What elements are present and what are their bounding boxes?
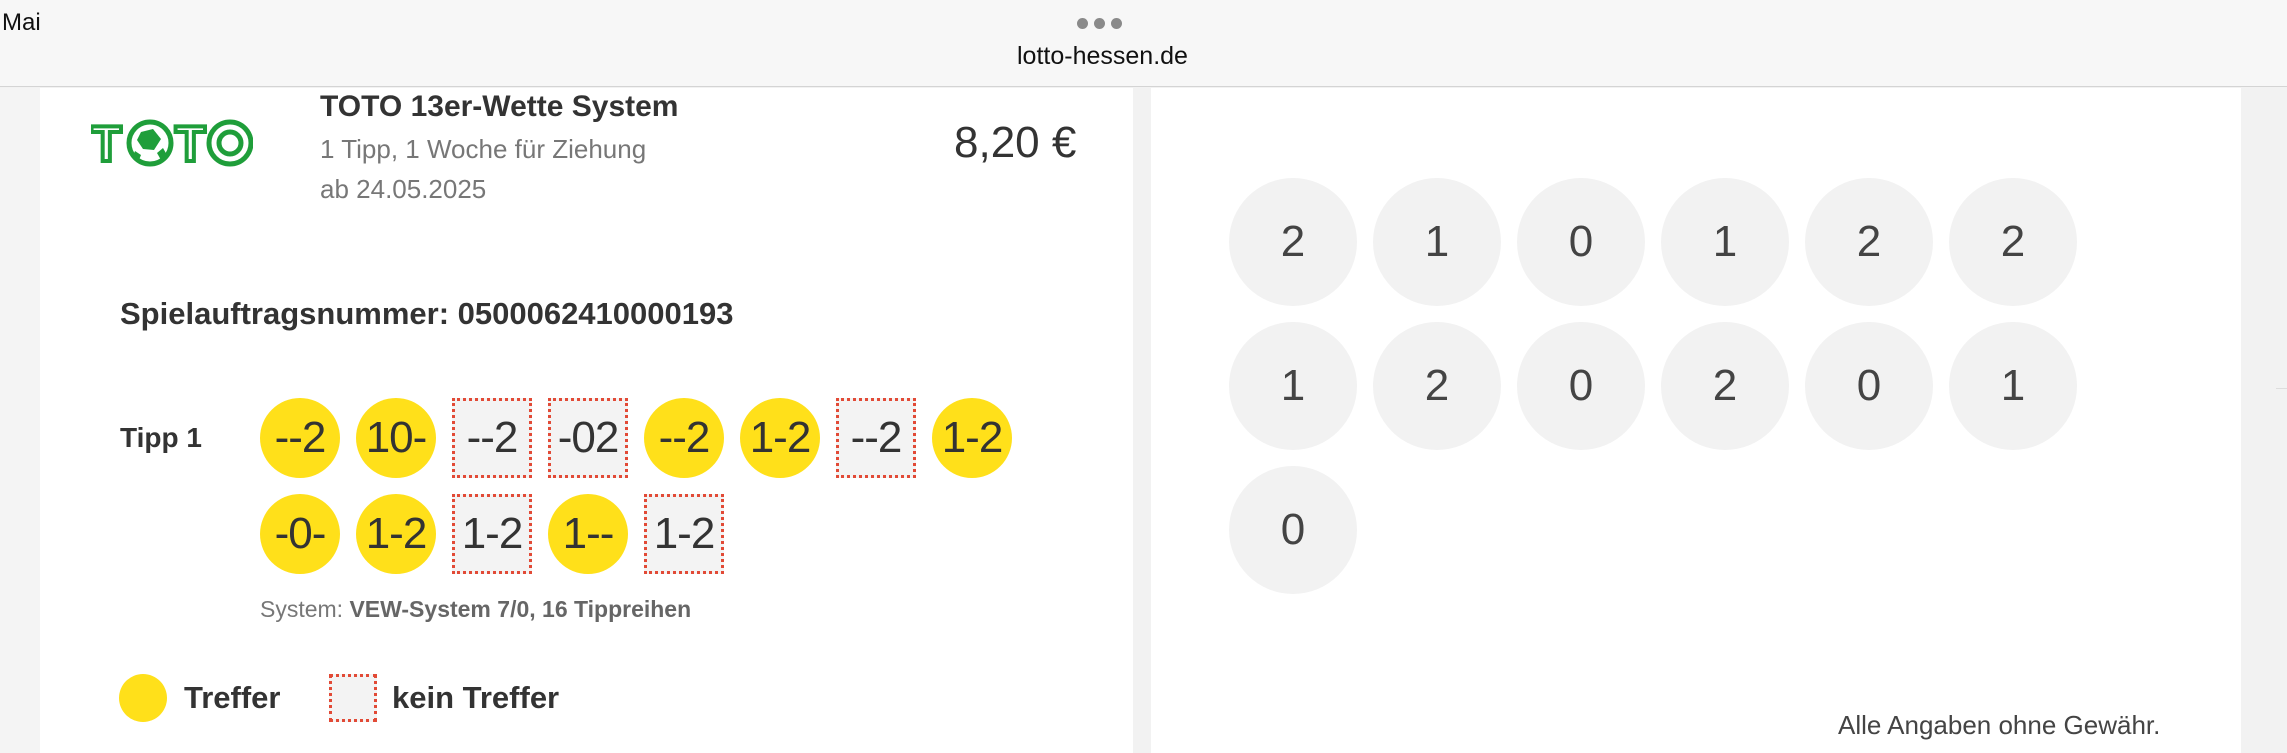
product-price: 8,20 € — [954, 118, 1077, 167]
result-ball: 0 — [1229, 466, 1357, 594]
tip-cell: --2 — [644, 398, 724, 478]
result-ball: 1 — [1373, 178, 1501, 306]
legend-hit-label: Treffer — [184, 680, 281, 715]
product-title: TOTO 13er-Wette System — [320, 90, 679, 123]
tip-cell: 1-2 — [932, 398, 1012, 478]
divider — [2276, 388, 2287, 389]
tip-cell: -02 — [548, 398, 628, 478]
browser-top-bar: Mai lotto-hessen.de — [0, 0, 2287, 87]
result-ball: 1 — [1661, 178, 1789, 306]
result-ball: 1 — [1949, 322, 2077, 450]
result-ball: 2 — [1229, 178, 1357, 306]
order-number: Spielauftragsnummer: 0500062410000193 — [120, 296, 734, 331]
system-value: VEW-System 7/0, 16 Tippreihen — [349, 596, 692, 622]
system-label: System: — [260, 596, 344, 622]
legend-miss-label: kein Treffer — [392, 680, 560, 715]
system-info: System: VEW-System 7/0, 16 Tippreihen — [260, 596, 691, 623]
result-ball: 0 — [1517, 322, 1645, 450]
toto-logo: T T — [91, 115, 253, 169]
result-ball: 0 — [1805, 322, 1933, 450]
result-ball: 2 — [1373, 322, 1501, 450]
product-date: ab 24.05.2025 — [320, 174, 487, 204]
tip-cell: --2 — [836, 398, 916, 478]
tip-cell: 1-- — [548, 494, 628, 574]
tip-cell: 1-2 — [644, 494, 724, 574]
page-margin — [0, 88, 40, 753]
result-ball: 1 — [1229, 322, 1357, 450]
status-time: Mai — [2, 9, 41, 36]
tipp-label: Tipp 1 — [120, 422, 202, 453]
legend-hit-marker — [119, 674, 167, 722]
tip-cell: 1-2 — [356, 494, 436, 574]
result-ball: 2 — [1949, 178, 2077, 306]
disclaimer: Alle Angaben ohne Gewähr. — [1838, 710, 2161, 740]
tip-cell: 10- — [356, 398, 436, 478]
tip-cell: --2 — [452, 398, 532, 478]
svg-text:T: T — [175, 116, 206, 169]
tip-cell: 1-2 — [452, 494, 532, 574]
tip-cell: -0- — [260, 494, 340, 574]
url-text: lotto-hessen.de — [1017, 42, 1188, 70]
result-ball: 2 — [1805, 178, 1933, 306]
result-ball: 2 — [1661, 322, 1789, 450]
tip-cell: --2 — [260, 398, 340, 478]
product-subtitle: 1 Tipp, 1 Woche für Ziehung — [320, 134, 647, 164]
more-dots-icon[interactable] — [1077, 18, 1122, 29]
svg-text:T: T — [91, 116, 122, 169]
tip-cell: 1-2 — [740, 398, 820, 478]
result-ball: 0 — [1517, 178, 1645, 306]
legend-miss-marker — [329, 674, 377, 722]
